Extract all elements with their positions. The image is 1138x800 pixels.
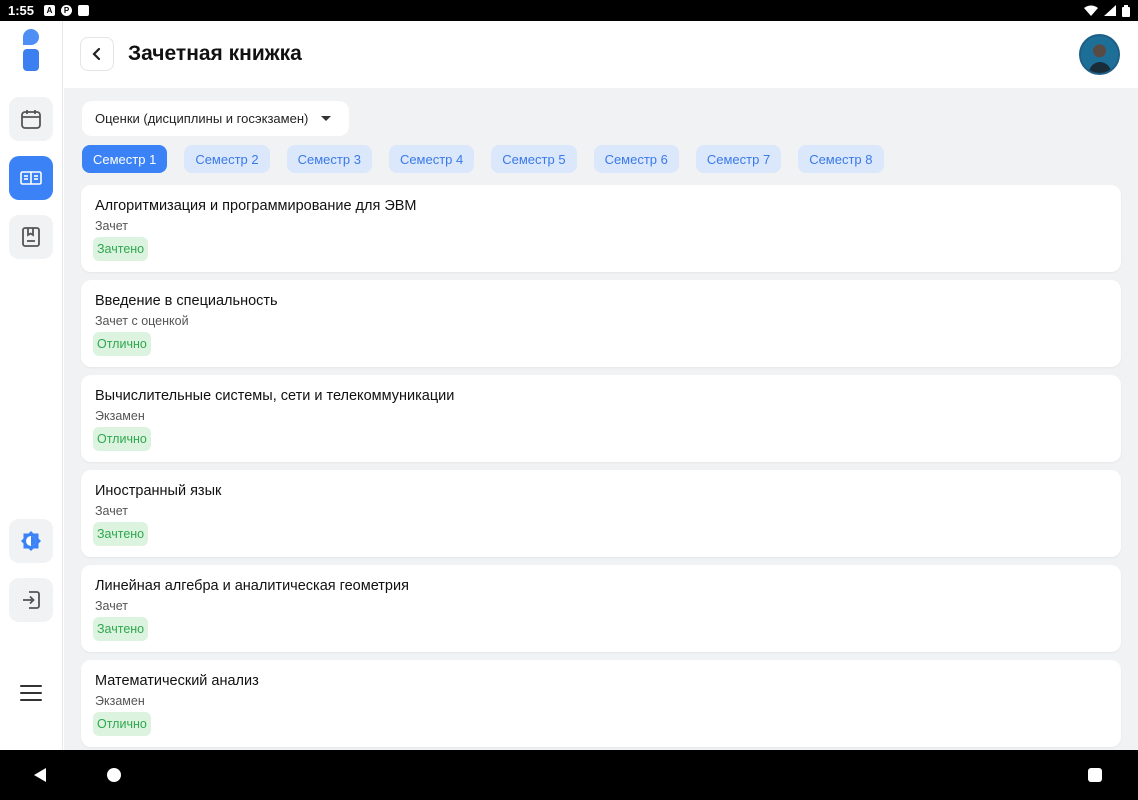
grade-badge: Отлично [93,712,151,736]
nav-recent-apps-icon[interactable] [1088,768,1102,782]
theme-icon [21,531,41,551]
gradebook-button[interactable] [9,156,53,200]
status-bar: 1:55 A P [0,0,1138,21]
course-name: Математический анализ [95,673,259,689]
grade-badge: Отлично [93,332,151,356]
grade-badge: Зачтено [93,237,149,261]
course-name: Введение в специальность [95,293,278,309]
signal-icon [1104,5,1116,16]
tab-semester-4[interactable]: Семестр 4 [388,145,475,173]
course-card[interactable]: Линейная алгебра и аналитическая геометр… [81,565,1121,652]
course-name: Вычислительные системы, сети и телекомму… [95,388,455,404]
navigation-rail [0,21,63,750]
assessment-type: Зачет [95,504,129,518]
course-card[interactable]: Математический анализ Экзамен Отлично [81,660,1121,747]
assessment-type: Зачет с оценкой [95,314,189,328]
course-name: Иностранный язык [95,483,222,499]
page-title: Зачетная книжка [128,42,302,65]
schedule-button[interactable] [9,97,53,141]
calendar-icon [21,110,41,129]
wifi-icon [1084,5,1098,16]
app-logo [23,29,39,73]
caret-down-icon [321,116,331,121]
back-button[interactable] [80,37,114,71]
sd-card-icon [78,5,90,16]
nav-back-icon[interactable] [34,768,46,782]
grade-badge: Отлично [93,427,151,451]
tab-semester-6[interactable]: Семестр 6 [593,145,679,173]
course-name: Линейная алгебра и аналитическая геометр… [95,578,409,594]
avatar[interactable] [1079,34,1120,75]
battery-icon [1122,4,1130,17]
theme-toggle-button[interactable] [9,519,53,563]
assessment-type: Экзамен [95,694,145,708]
logout-button[interactable] [9,578,53,622]
course-name: Алгоритмизация и программирование для ЭВ… [95,198,417,214]
course-card[interactable]: Алгоритмизация и программирование для ЭВ… [81,185,1121,272]
assessment-type: Зачет [95,599,129,613]
tab-semester-2[interactable]: Семестр 2 [184,145,270,173]
course-card[interactable]: Введение в специальность Зачет с оценкой… [81,280,1121,367]
chevron-left-icon [92,47,101,61]
a-icon: A [44,5,56,16]
tab-semester-3[interactable]: Семестр 3 [286,145,372,173]
tab-semester-8[interactable]: Семестр 8 [798,145,884,173]
logout-icon [23,591,40,609]
gradebook-icon [20,171,42,185]
assessment-type: Зачет [95,219,129,233]
grades-filter-dropdown[interactable]: Оценки (дисциплины и госэкзамен) [82,101,349,136]
menu-icon[interactable] [20,685,42,706]
bookmarks-button[interactable] [9,215,53,259]
semester-tabs: Семестр 1 Семестр 2 Семестр 3 Семестр 4 … [82,145,884,173]
tab-semester-5[interactable]: Семестр 5 [491,145,577,173]
nav-home-icon[interactable] [107,768,121,782]
course-card[interactable]: Иностранный язык Зачет Зачтено [81,470,1121,557]
tab-semester-1[interactable]: Семестр 1 [82,145,168,173]
assessment-type: Экзамен [95,409,145,423]
main-content: Оценки (дисциплины и госэкзамен) Семестр… [64,88,1138,750]
bookmark-icon [22,227,40,247]
app-header: Зачетная книжка [64,21,1138,88]
tab-semester-7[interactable]: Семестр 7 [695,145,782,173]
grade-badge: Зачтено [93,522,149,546]
course-card[interactable]: Вычислительные системы, сети и телекомму… [81,375,1121,462]
status-time: 1:55 [8,3,35,18]
p-icon: P [61,5,73,16]
dropdown-value: Оценки (дисциплины и госэкзамен) [95,111,309,126]
grade-badge: Зачтено [93,617,149,641]
system-nav-bar [0,750,1138,800]
